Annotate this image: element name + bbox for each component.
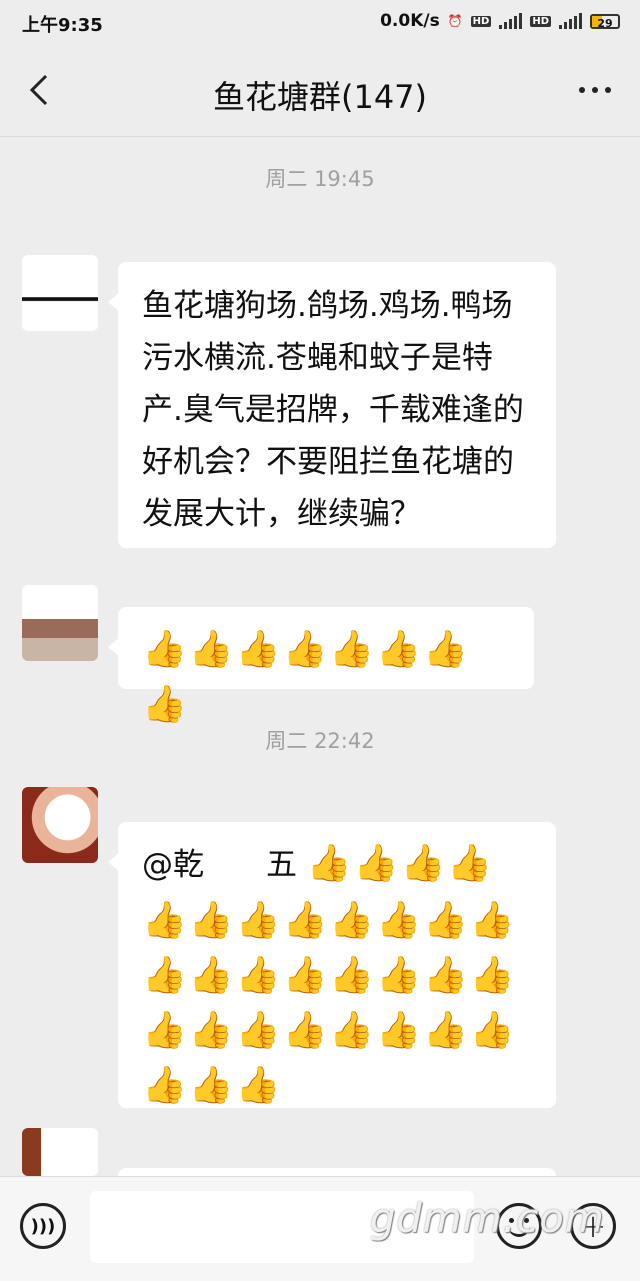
more-dots-icon[interactable] xyxy=(570,72,620,108)
network-speed: 0.0K/s xyxy=(380,11,440,31)
hd-icon: HD xyxy=(470,15,492,27)
thumbs-row: 👍👍👍👍👍👍👍👍 xyxy=(142,955,517,996)
message-timestamp: 周二 22:42 xyxy=(265,729,375,753)
thumbs-row: 👍👍👍👍 xyxy=(306,843,495,884)
emoji-icon[interactable] xyxy=(496,1203,542,1249)
battery-level: 29 xyxy=(597,16,613,30)
status-time: 上午9:35 xyxy=(22,15,103,36)
signal-icon xyxy=(499,13,523,29)
mention-prefix: @乾 xyxy=(142,847,204,883)
input-bar: ))) + xyxy=(0,1176,640,1281)
battery-icon: 29 xyxy=(590,13,620,30)
message-input[interactable] xyxy=(90,1191,474,1263)
avatar[interactable] xyxy=(22,1128,98,1176)
chat-header: 鱼花塘群(147) xyxy=(0,44,640,137)
message-line: @乾 五 👍👍👍👍 xyxy=(142,836,532,893)
avatar[interactable] xyxy=(22,787,98,863)
avatar[interactable] xyxy=(22,585,98,661)
thumbs-row: 👍👍👍 xyxy=(142,1065,283,1106)
alarm-icon: ⏰ xyxy=(447,14,463,28)
status-icons: 0.0K/s ⏰ HD HD 29 xyxy=(380,11,620,31)
message-bubble[interactable]: 鱼花塘狗场.鸽场.鸡场.鸭场污水横流.苍蝇和蚊子是特产.臭气是招牌，千载难逢的好… xyxy=(108,262,556,548)
avatar[interactable] xyxy=(22,255,98,331)
plus-icon[interactable]: + xyxy=(570,1203,616,1249)
mention-suffix: 五 xyxy=(266,847,307,883)
chat-title: 鱼花塘群(147) xyxy=(212,78,428,116)
status-bar: 上午9:35 0.0K/s ⏰ HD HD 29 xyxy=(0,0,640,44)
thumbs-row: 👍👍👍👍👍👍👍👍 xyxy=(142,1010,517,1051)
signal-icon-2 xyxy=(559,13,582,29)
thumbs-row: 👍👍👍👍👍👍👍👍 xyxy=(142,900,517,941)
message-bubble[interactable]: 👍👍👍👍👍👍👍👍 xyxy=(108,607,534,725)
message-timestamp: 周二 19:45 xyxy=(265,167,375,191)
hd-icon-2: HD xyxy=(530,15,551,27)
voice-icon[interactable]: ))) xyxy=(20,1203,66,1249)
redacted-name xyxy=(204,846,266,884)
message-bubble[interactable]: @乾 五 👍👍👍👍 👍👍👍👍👍👍👍👍 👍👍👍👍👍👍👍👍 👍👍👍👍👍👍👍👍 👍👍👍 xyxy=(108,822,556,1108)
